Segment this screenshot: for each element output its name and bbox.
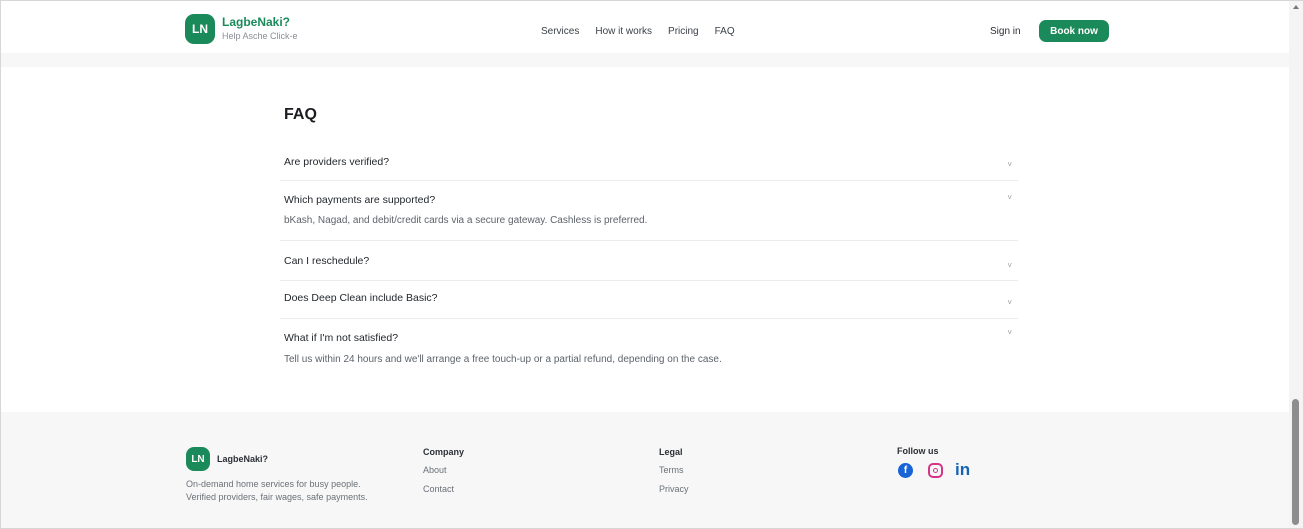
sign-in-link[interactable]: Sign in: [990, 26, 1021, 37]
logo-badge: LN: [185, 14, 215, 44]
nav-pricing[interactable]: Pricing: [668, 26, 699, 37]
chevron-down-icon: ˅: [1007, 160, 1012, 169]
brand-logo-link[interactable]: LN LagbeNaki? Help Asche Click-e: [185, 14, 298, 44]
faq-question: Can I reschedule?: [284, 255, 370, 267]
footer-brand[interactable]: LN LagbeNaki?: [186, 447, 268, 471]
faq-question: Are providers verified?: [284, 156, 390, 168]
footer-follow-title: Follow us: [897, 446, 939, 456]
brand-tagline: Help Asche Click-e: [222, 30, 298, 41]
faq-item[interactable]: Does Deep Clean include Basic? ˅: [280, 281, 1018, 319]
faq-question: What if I'm not satisfied?: [284, 332, 399, 344]
linkedin-icon[interactable]: in: [955, 460, 970, 480]
facebook-icon[interactable]: f: [898, 463, 913, 478]
nav-services[interactable]: Services: [541, 26, 579, 37]
footer-link-about[interactable]: About: [423, 465, 447, 475]
chevron-up-icon: ˅: [1007, 328, 1012, 337]
chevron-down-icon: ˅: [1007, 261, 1012, 270]
footer-logo-badge: LN: [186, 447, 210, 471]
brand-name: LagbeNaki?: [222, 15, 291, 30]
faq-item-expanded[interactable]: Which payments are supported? bKash, Nag…: [280, 181, 1018, 241]
footer-link-privacy[interactable]: Privacy: [659, 484, 689, 494]
book-now-button[interactable]: Book now: [1039, 20, 1109, 42]
faq-question: Which payments are supported?: [284, 194, 436, 206]
faq-question: Does Deep Clean include Basic?: [284, 292, 438, 304]
nav-how-it-works[interactable]: How it works: [595, 26, 652, 37]
footer-legal-title: Legal: [659, 447, 683, 457]
faq-item-expanded[interactable]: What if I'm not satisfied? Tell us withi…: [280, 319, 1018, 379]
footer-company-title: Company: [423, 447, 465, 457]
footer-brand-name: LagbeNaki?: [217, 454, 269, 464]
brand-text: LagbeNaki? Help Asche Click-e: [222, 16, 298, 41]
scroll-up-arrow-icon[interactable]: [1293, 5, 1299, 9]
instagram-icon[interactable]: [928, 463, 943, 478]
faq-item[interactable]: Are providers verified? ˅: [280, 144, 1018, 181]
chevron-down-icon: ˅: [1007, 298, 1012, 307]
main-nav: Services How it works Pricing FAQ: [541, 26, 735, 37]
chevron-up-icon: ˅: [1007, 193, 1012, 202]
footer-link-terms[interactable]: Terms: [659, 465, 684, 475]
faq-answer: bKash, Nagad, and debit/credit cards via…: [284, 215, 648, 226]
faq-heading: FAQ: [284, 106, 317, 123]
nav-faq[interactable]: FAQ: [715, 26, 735, 37]
faq-answer: Tell us within 24 hours and we'll arrang…: [284, 354, 722, 365]
faq-item[interactable]: Can I reschedule? ˅: [280, 241, 1018, 281]
footer-link-contact[interactable]: Contact: [423, 484, 454, 494]
header-shadow-band: [1, 53, 1289, 67]
footer-description: On-demand home services for busy people.…: [186, 479, 368, 502]
page-scrollbar[interactable]: [1289, 1, 1303, 528]
instagram-lens-shape: [933, 468, 938, 473]
scroll-thumb[interactable]: [1292, 399, 1299, 525]
